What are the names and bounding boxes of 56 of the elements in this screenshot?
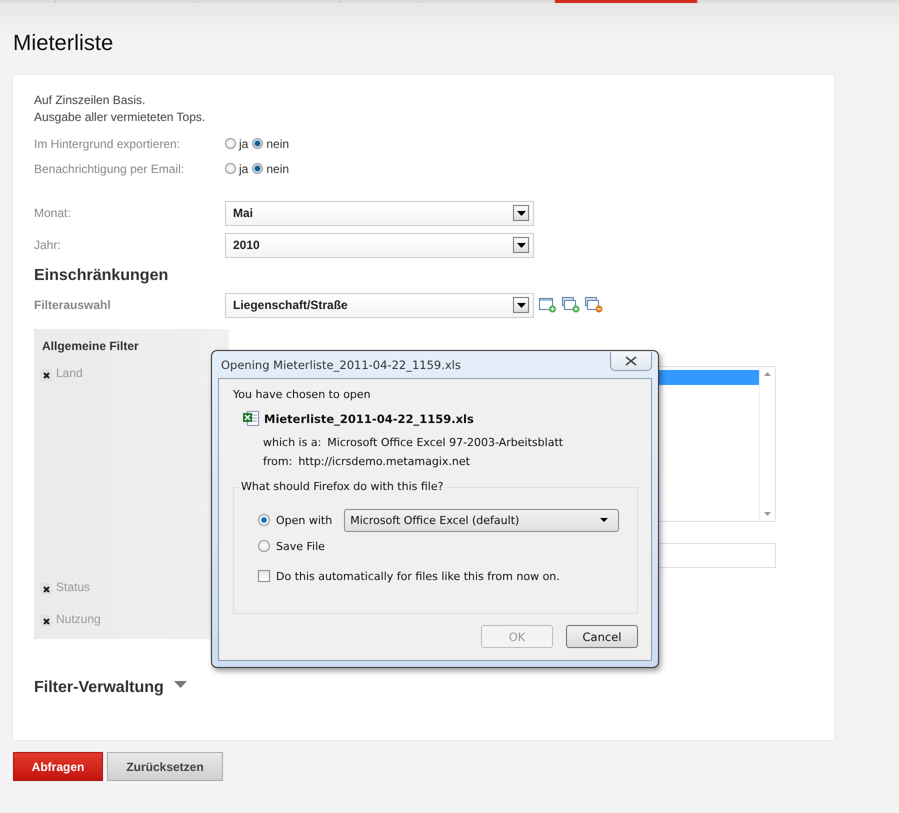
section-heading: Filter-Verwaltung — [34, 679, 164, 697]
field-label: Im Hintergrund exportieren: — [34, 136, 182, 150]
caret-icon[interactable] — [174, 681, 187, 688]
field-label: Monat: — [34, 206, 72, 220]
close-button[interactable] — [610, 352, 652, 370]
scroll-up-icon[interactable] — [764, 372, 771, 376]
filter-label: Nutzung — [56, 612, 101, 626]
field-label: Filterauswahl — [34, 298, 112, 312]
spreadsheet-file-icon — [243, 410, 260, 427]
detail-value: Microsoft Office Excel 97-2003-Arbeitsblatt — [327, 436, 564, 449]
remove-icon[interactable] — [40, 369, 52, 381]
remove-icon[interactable] — [40, 583, 52, 595]
reset-button[interactable]: Zurücksetzen — [107, 752, 223, 781]
radio-button[interactable] — [252, 163, 264, 174]
submit-button[interactable]: Abfragen — [13, 752, 103, 781]
section-heading: Einschränkungen — [34, 267, 170, 285]
radio-label: nein — [266, 136, 290, 150]
dialog-text: You have chosen to open — [233, 388, 372, 401]
group-title: What should Firefox do with this file? — [239, 480, 446, 493]
radio-label: ja — [239, 162, 248, 176]
cancel-button[interactable]: Cancel — [566, 625, 638, 648]
radio-button[interactable] — [225, 138, 236, 149]
dropdown[interactable]: 2010 — [225, 232, 534, 258]
page-title: Mieterliste — [13, 30, 114, 57]
radio-label: ja — [239, 136, 248, 150]
detail-label: which is a: — [263, 436, 322, 449]
detail-value: http://icrsdemo.metamagix.net — [298, 455, 470, 468]
filter-group-heading: Allgemeine Filter — [42, 339, 139, 353]
description-text: Auf Zinszeilen Basis. — [34, 92, 146, 109]
filter-label: Status — [56, 580, 90, 594]
dropdown[interactable]: Liegenschaft/Straße — [225, 292, 534, 318]
radio-button[interactable] — [225, 163, 236, 174]
filter-label: Land — [56, 366, 83, 380]
field-label: Benachrichtigung per Email: — [34, 162, 186, 176]
scroll-down-icon[interactable] — [764, 512, 771, 516]
windows-remove-icon[interactable] — [585, 297, 603, 313]
radio-button[interactable] — [252, 138, 264, 149]
description-text: Ausgabe aller vermieteten Tops. — [34, 109, 206, 126]
dropdown[interactable]: Mai — [225, 200, 534, 226]
radio-button[interactable] — [258, 514, 270, 526]
window-add-icon[interactable] — [539, 297, 557, 313]
dialog-title: Opening Mieterliste_2011-04-22_1159.xls — [221, 358, 461, 372]
radio-label: nein — [266, 162, 290, 176]
radio-label: Save File — [276, 540, 325, 552]
dropdown-arrow-icon — [600, 518, 608, 522]
application-dropdown[interactable]: Microsoft Office Excel (default) — [344, 508, 620, 532]
radio-label: Open with — [276, 514, 332, 526]
remove-icon[interactable] — [40, 615, 52, 627]
checkbox-label: Do this automatically for files like this from now on. — [276, 570, 560, 582]
detail-label: from: — [263, 455, 292, 468]
radio-button[interactable] — [258, 540, 270, 552]
windows-add-icon[interactable] — [562, 297, 580, 313]
field-label: Jahr: — [34, 238, 62, 252]
file-name: Mieterliste_2011-04-22_1159.xls — [264, 412, 474, 426]
close-icon — [625, 356, 637, 366]
checkbox[interactable] — [258, 570, 270, 582]
